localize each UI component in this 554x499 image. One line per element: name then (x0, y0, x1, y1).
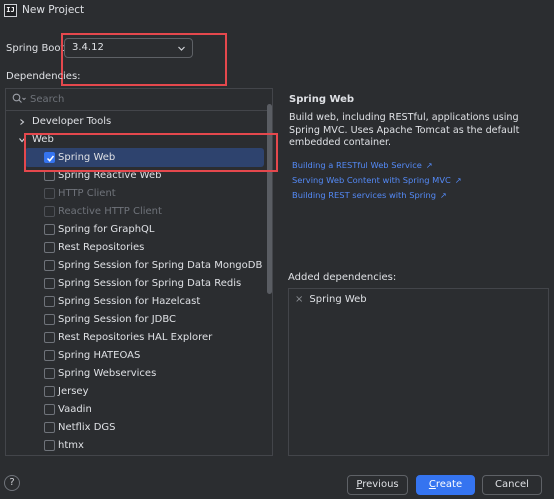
button-label: reate (435, 479, 463, 490)
dependency-row[interactable]: Rest Repositories HAL Explorer (5, 329, 265, 347)
dependencies-label: Dependencies: (6, 71, 81, 82)
dependency-row: Reactive HTTP Client (5, 203, 265, 221)
dependency-checkbox[interactable] (44, 260, 55, 271)
remove-icon[interactable]: × (295, 294, 303, 305)
dependency-row: HTTP Client (5, 185, 265, 203)
dependency-label: Reactive HTTP Client (58, 206, 162, 217)
added-dependency-item: × Spring Web (295, 294, 367, 305)
added-dependencies-panel: × Spring Web (288, 288, 549, 456)
external-link-icon: ↗ (454, 176, 462, 185)
dependency-checkbox[interactable] (44, 332, 55, 343)
search-icon (12, 93, 26, 108)
link-text[interactable]: Building REST services with Spring (292, 190, 436, 200)
dependency-row[interactable]: Vaadin (5, 401, 265, 419)
cancel-button[interactable]: Cancel (482, 475, 542, 495)
external-link-icon: ↗ (425, 161, 433, 170)
version-highlight-box (61, 33, 227, 86)
dependency-checkbox[interactable] (44, 278, 55, 289)
link-text[interactable]: Building a RESTful Web Service (292, 160, 422, 170)
spring-boot-label: Spring Boot: (6, 43, 68, 54)
dependency-label: Spring Session for Spring Data MongoDB (58, 260, 263, 271)
tree-group-developer-tools[interactable]: Developer Tools (5, 113, 265, 131)
dependency-row[interactable]: Spring Session for Spring Data MongoDB (5, 257, 265, 275)
dependency-label: Rest Repositories HAL Explorer (58, 332, 213, 343)
window-title: New Project (22, 4, 85, 16)
app-icon: IJ (4, 4, 17, 17)
dependency-label: htmx (58, 440, 84, 451)
dependency-row[interactable]: Rest Repositories (5, 239, 265, 257)
dependency-label: HTTP Client (58, 188, 116, 199)
dependency-checkbox[interactable] (44, 314, 55, 325)
dependency-checkbox[interactable] (44, 386, 55, 397)
dependency-checkbox (44, 188, 55, 199)
dependency-checkbox[interactable] (44, 242, 55, 253)
dependency-label: Jersey (58, 386, 89, 397)
link-building-rest-services[interactable]: Building REST services with Spring ↗ (292, 190, 447, 200)
dependency-label: Spring HATEOAS (58, 350, 141, 361)
dependency-label: Spring Session for Spring Data Redis (58, 278, 242, 289)
detail-description: Build web, including RESTful, applicatio… (289, 112, 520, 148)
link-serving-web-content[interactable]: Serving Web Content with Spring MVC ↗ (292, 175, 462, 185)
dependency-label: Rest Repositories (58, 242, 145, 253)
dependency-checkbox (44, 206, 55, 217)
previous-button[interactable]: Previous (347, 475, 408, 495)
detail-title: Spring Web (289, 94, 355, 105)
title-bar: IJ New Project (0, 0, 554, 22)
dependency-label: Vaadin (58, 404, 92, 415)
dependency-label: Netflix DGS (58, 422, 116, 433)
tree-group-label: Developer Tools (32, 116, 112, 127)
dependency-label: Spring Session for JDBC (58, 314, 177, 325)
button-label: revious (362, 479, 399, 490)
dependency-row[interactable]: Netflix DGS (5, 419, 265, 437)
create-button[interactable]: Create (416, 475, 475, 495)
dependency-checkbox[interactable] (44, 296, 55, 307)
dependency-checkbox[interactable] (44, 368, 55, 379)
link-restful-web-service[interactable]: Building a RESTful Web Service ↗ (292, 160, 433, 170)
dependency-row[interactable]: Spring Session for Hazelcast (5, 293, 265, 311)
dependency-row[interactable]: Spring for GraphQL (5, 221, 265, 239)
chevron-right-icon[interactable] (18, 118, 26, 129)
added-dependency-label: Spring Web (309, 294, 367, 305)
search-input[interactable] (30, 91, 250, 107)
dependency-checkbox[interactable] (44, 422, 55, 433)
help-button[interactable]: ? (4, 475, 20, 491)
dependency-checkbox[interactable] (44, 404, 55, 415)
external-link-icon: ↗ (439, 191, 447, 200)
link-text[interactable]: Serving Web Content with Spring MVC (292, 175, 451, 185)
dependency-label: Spring Session for Hazelcast (58, 296, 201, 307)
dependency-checkbox[interactable] (44, 440, 55, 451)
added-dependencies-label: Added dependencies: (288, 272, 397, 283)
dependency-row[interactable]: htmx (5, 437, 265, 455)
dependency-row[interactable]: Spring Webservices (5, 365, 265, 383)
dependency-label: Spring for GraphQL (58, 224, 155, 235)
dependency-checkbox[interactable] (44, 350, 55, 361)
dependency-row[interactable]: Jersey (5, 383, 265, 401)
dependency-row[interactable]: Spring Session for Spring Data Redis (5, 275, 265, 293)
dependency-label: Spring Webservices (58, 368, 157, 379)
web-highlight-box (24, 133, 278, 172)
mnemonic: C (428, 479, 436, 490)
dependency-row[interactable]: Spring Session for JDBC (5, 311, 265, 329)
search-bar (6, 89, 272, 111)
dependency-row[interactable]: Spring HATEOAS (5, 347, 265, 365)
dependency-checkbox[interactable] (44, 224, 55, 235)
